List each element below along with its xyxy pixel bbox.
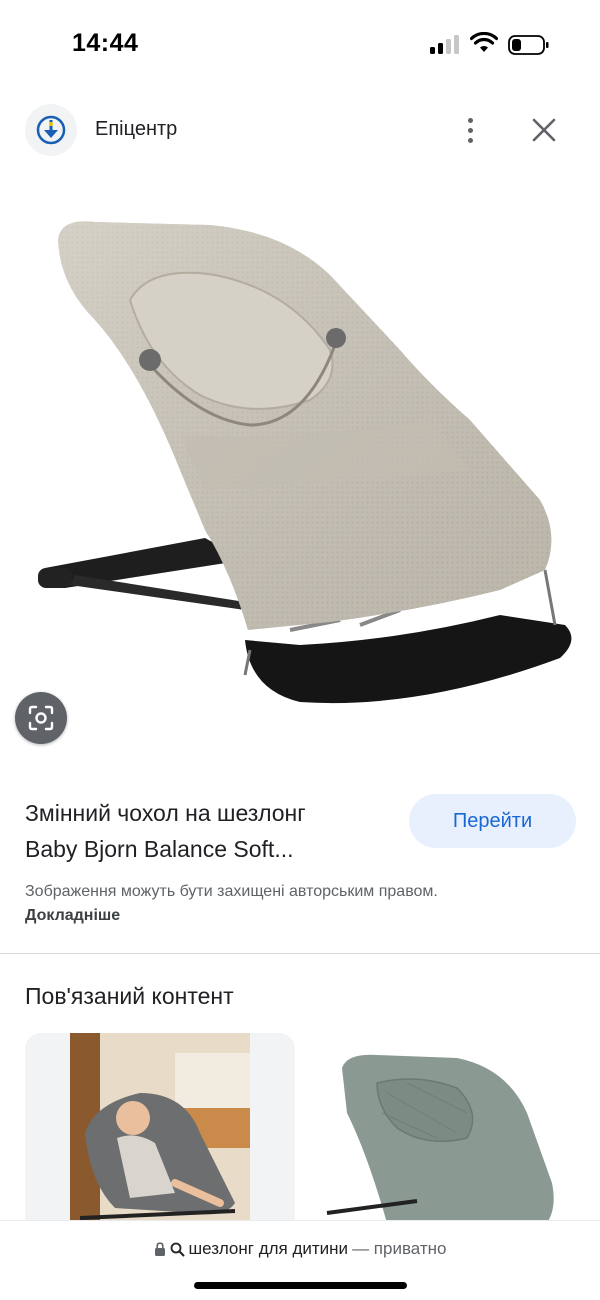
product-title-line-2: Baby Bjorn Balance Soft... <box>25 836 294 862</box>
product-title-line-1: Змінний чохол на шезлонг <box>25 800 306 826</box>
lens-search-button[interactable] <box>15 692 67 744</box>
address-bar[interactable]: шезлонг для дитини — приватно <box>0 1220 600 1300</box>
url-query: шезлонг для дитини <box>188 1239 349 1258</box>
source-name[interactable]: Епіцентр <box>95 118 177 141</box>
product-image[interactable] <box>0 170 600 750</box>
related-image <box>307 1033 577 1233</box>
url-privacy-suffix: — приватно <box>352 1239 447 1258</box>
divider <box>0 953 600 954</box>
battery-icon <box>508 35 549 55</box>
status-time: 14:44 <box>72 29 139 57</box>
wifi-icon <box>470 32 498 52</box>
status-bar: 14:44 <box>0 0 600 90</box>
home-indicator[interactable] <box>194 1282 407 1289</box>
epicenter-logo-icon[interactable] <box>25 104 77 156</box>
close-icon[interactable] <box>526 112 562 148</box>
lens-icon <box>28 705 54 731</box>
product-title[interactable]: Змінний чохол на шезлонг Baby Bjorn Bala… <box>25 795 395 867</box>
related-image <box>70 1033 250 1233</box>
more-vert-icon[interactable] <box>455 110 485 150</box>
lock-icon <box>154 1242 165 1256</box>
visit-button[interactable]: Перейти <box>409 794 576 848</box>
related-card[interactable] <box>25 1033 295 1233</box>
copyright-notice: Зображення можуть бути захищені авторськ… <box>25 880 465 928</box>
source-header: Епіцентр <box>0 100 600 160</box>
cellular-signal-icon <box>430 34 460 54</box>
search-icon <box>170 1242 184 1256</box>
related-card[interactable] <box>307 1033 577 1233</box>
related-content-title: Пов'язаний контент <box>25 983 234 1009</box>
learn-more-link[interactable]: Докладніше <box>25 907 120 924</box>
copyright-text: Зображення можуть бути захищені авторськ… <box>25 883 438 900</box>
url-row[interactable]: шезлонг для дитини — приватно <box>0 1239 600 1259</box>
